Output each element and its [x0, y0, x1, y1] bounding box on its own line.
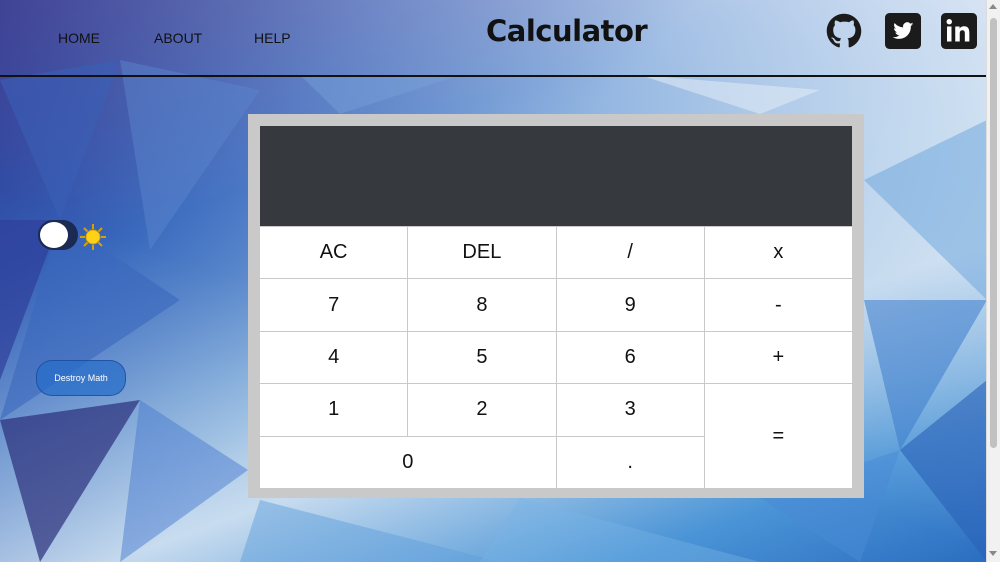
key-equals[interactable]: = — [704, 384, 852, 488]
key-delete[interactable]: DEL — [408, 227, 556, 279]
key-3[interactable]: 3 — [556, 384, 704, 436]
destroy-math-button[interactable]: Destroy Math — [36, 360, 126, 396]
page-title: Calculator — [486, 14, 648, 48]
top-navigation: HOME ABOUT HELP Calculator — [0, 0, 987, 77]
key-5[interactable]: 5 — [408, 331, 556, 384]
sun-icon — [80, 224, 106, 250]
theme-toggle[interactable] — [38, 220, 78, 250]
scrollbar-thumb[interactable] — [990, 18, 997, 448]
page-scrollbar[interactable] — [986, 0, 1000, 562]
github-icon[interactable] — [826, 13, 862, 49]
calculator-display — [260, 126, 852, 226]
key-9[interactable]: 9 — [556, 279, 704, 331]
key-multiply[interactable]: x — [704, 227, 852, 279]
scroll-up-arrow-icon[interactable] — [989, 4, 997, 9]
key-1[interactable]: 1 — [260, 384, 408, 436]
key-7[interactable]: 7 — [260, 279, 408, 331]
key-6[interactable]: 6 — [556, 331, 704, 384]
nav-home-link[interactable]: HOME — [58, 30, 100, 46]
key-clear[interactable]: AC — [260, 227, 408, 279]
scroll-down-arrow-icon[interactable] — [989, 551, 997, 556]
nav-about-link[interactable]: ABOUT — [154, 30, 202, 46]
key-8[interactable]: 8 — [408, 279, 556, 331]
key-add[interactable]: + — [704, 331, 852, 384]
twitter-icon[interactable] — [885, 13, 921, 49]
key-decimal[interactable]: . — [556, 436, 704, 488]
key-subtract[interactable]: - — [704, 279, 852, 331]
linkedin-icon[interactable] — [941, 13, 977, 49]
calculator: AC DEL / x 7 8 9 - 4 5 6 + 1 2 3 = 0 . — [248, 114, 864, 498]
key-0[interactable]: 0 — [260, 436, 556, 488]
calculator-keypad: AC DEL / x 7 8 9 - 4 5 6 + 1 2 3 = 0 . — [260, 227, 852, 488]
key-2[interactable]: 2 — [408, 384, 556, 436]
key-divide[interactable]: / — [556, 227, 704, 279]
nav-help-link[interactable]: HELP — [254, 30, 291, 46]
key-4[interactable]: 4 — [260, 331, 408, 384]
toggle-knob[interactable] — [40, 222, 68, 248]
